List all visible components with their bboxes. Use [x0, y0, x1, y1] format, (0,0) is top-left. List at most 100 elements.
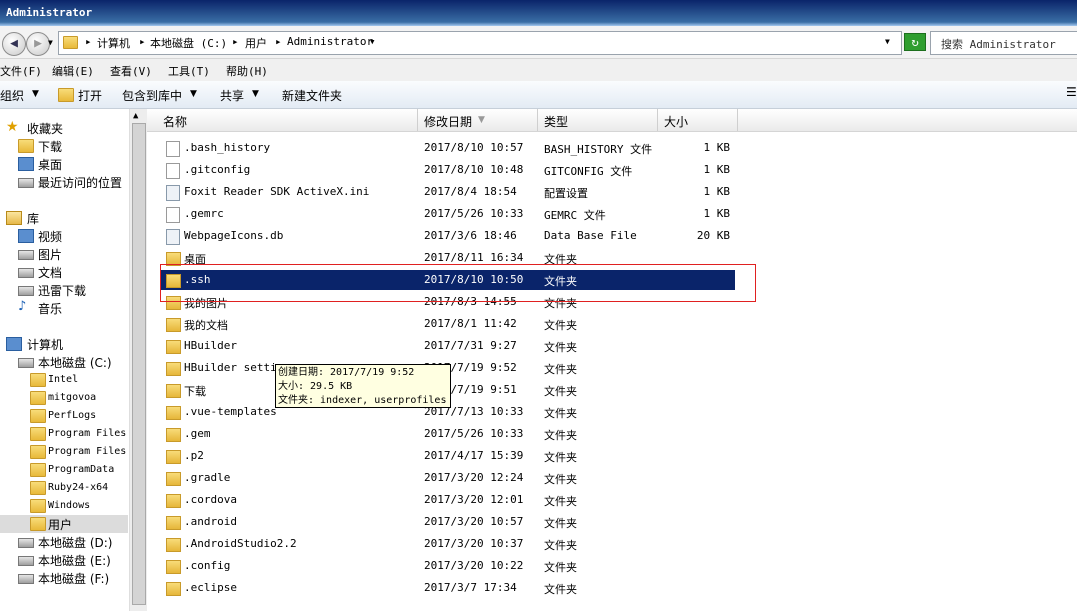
file-row[interactable]: .p2 2017/4/17 15:39 文件夹 — [147, 445, 1077, 467]
nav-folder-mitgovoa[interactable]: mitgovoa — [0, 389, 128, 407]
library-icon — [6, 211, 22, 225]
menu-file[interactable]: 文件(F) — [0, 63, 42, 79]
file-row[interactable]: WebpageIcons.db 2017/3/6 18:46 Data Base F… — [147, 225, 1077, 247]
nav-libraries[interactable]: 库 — [0, 209, 128, 227]
file-size: 1 KB — [703, 141, 731, 154]
nav-computer[interactable]: 计算机 — [0, 335, 128, 353]
file-row[interactable]: .gem 2017/5/26 10:33 文件夹 — [147, 423, 1077, 445]
folder-icon — [166, 560, 181, 574]
file-row[interactable]: .eclipse 2017/3/7 17:34 文件夹 — [147, 577, 1077, 599]
nav-lib-videos[interactable]: 视频 — [0, 227, 128, 245]
nav-drive-c[interactable]: 本地磁盘 (C:) — [0, 353, 128, 371]
nav-lib-thunder[interactable]: 迅雷下载 — [0, 281, 128, 299]
open-button[interactable]: 打开 — [78, 87, 102, 104]
nav-lib-documents[interactable]: 文档 — [0, 263, 128, 281]
crumb-drive-c[interactable]: 本地磁盘 (C:) — [150, 35, 227, 51]
nav-fav-desktop[interactable]: 桌面 — [0, 155, 128, 173]
file-row[interactable]: .gemrc 2017/5/26 10:33 GEMRC 文件 1 KB — [147, 203, 1077, 225]
nav-folder-windows[interactable]: Windows — [0, 497, 128, 515]
file-name: Foxit Reader SDK ActiveX.ini — [184, 185, 370, 198]
computer-icon — [6, 337, 22, 351]
file-type: 文件夹 — [544, 495, 577, 508]
crumb-computer[interactable]: 计算机 — [97, 35, 130, 51]
folder-icon — [166, 340, 181, 354]
file-date: 2017/4/17 15:39 — [424, 449, 524, 462]
nav-folder-ruby[interactable]: Ruby24-x64 — [0, 479, 128, 497]
file-type: GITCONFIG 文件 — [544, 165, 633, 178]
scrollbar-thumb[interactable] — [132, 123, 146, 605]
search-input[interactable]: 搜索 Administrator — [930, 31, 1077, 55]
nav-folder-users[interactable]: 用户 — [0, 515, 128, 533]
folder-icon — [30, 517, 46, 531]
folder-icon — [30, 409, 46, 423]
file-name: WebpageIcons.db — [184, 229, 284, 242]
nav-drive-f[interactable]: 本地磁盘 (F:) — [0, 569, 128, 587]
file-type: 文件夹 — [544, 385, 577, 398]
nav-drive-e[interactable]: 本地磁盘 (E:) — [0, 551, 128, 569]
file-date: 2017/8/10 10:57 — [424, 141, 524, 154]
file-date: 2017/3/20 10:57 — [424, 515, 524, 528]
column-type[interactable]: 类型 — [538, 109, 658, 131]
file-row[interactable]: .config 2017/3/20 10:22 文件夹 — [147, 555, 1077, 577]
menu-view[interactable]: 查看(V) — [110, 63, 152, 79]
forward-icon[interactable]: ▶ — [26, 32, 50, 56]
file-row[interactable]: .android 2017/3/20 10:57 文件夹 — [147, 511, 1077, 533]
nav-drive-d[interactable]: 本地磁盘 (D:) — [0, 533, 128, 551]
folder-icon — [30, 481, 46, 495]
file-row[interactable]: HBuilder 2017/7/31 9:27 文件夹 — [147, 335, 1077, 357]
include-library-button[interactable]: 包含到库中 — [122, 87, 182, 104]
column-size[interactable]: 大小 — [658, 109, 738, 131]
column-name[interactable]: 名称 — [157, 109, 418, 131]
share-button[interactable]: 共享 — [220, 87, 244, 104]
command-bar: 组织 ▼ 打开 包含到库中 ▼ 共享 ▼ 新建文件夹 ☰ — [0, 81, 1077, 109]
file-icon — [166, 229, 180, 245]
menu-edit[interactable]: 编辑(E) — [52, 63, 94, 79]
history-dropdown-icon[interactable]: ▼ — [48, 38, 53, 47]
address-field[interactable]: ▸ 计算机 ▸ 本地磁盘 (C:) ▸ 用户 ▸ Administrator ▾… — [58, 31, 902, 55]
file-row[interactable]: 我的文档 2017/8/1 11:42 文件夹 — [147, 313, 1077, 335]
nav-lib-pictures[interactable]: 图片 — [0, 245, 128, 263]
nav-fav-downloads[interactable]: 下载 — [0, 137, 128, 155]
file-row[interactable]: .gitconfig 2017/8/10 10:48 GITCONFIG 文件 1 K… — [147, 159, 1077, 181]
nav-folder-programdata[interactable]: ProgramData — [0, 461, 128, 479]
back-icon[interactable]: ◀ — [2, 32, 26, 56]
nav-folder-program-files[interactable]: Program Files — [0, 425, 128, 443]
nav-folder-intel[interactable]: Intel — [0, 371, 128, 389]
refresh-icon[interactable]: ↻ — [904, 33, 926, 51]
file-name: .gem — [184, 427, 211, 440]
file-row[interactable]: .bash_history 2017/8/10 10:57 BASH_HISTORY… — [147, 137, 1077, 159]
pictures-icon — [18, 250, 34, 260]
file-type: 文件夹 — [544, 561, 577, 574]
nav-lib-music[interactable]: ♪ 音乐 — [0, 299, 128, 317]
file-date: 2017/8/11 16:34 — [424, 251, 524, 264]
menu-help[interactable]: 帮助(H) — [226, 63, 268, 79]
file-row[interactable]: .cordova 2017/3/20 12:01 文件夹 — [147, 489, 1077, 511]
nav-fav-recent[interactable]: 最近访问的位置 — [0, 173, 128, 191]
organize-button[interactable]: 组织 — [0, 87, 24, 104]
share-dropdown-icon: ▼ — [252, 89, 259, 99]
nav-folder-program-files-x86[interactable]: Program Files — [0, 443, 128, 461]
file-type: 文件夹 — [544, 539, 577, 552]
scroll-up-icon[interactable]: ▲ — [133, 111, 138, 121]
address-dropdown-icon[interactable]: ▼ — [885, 37, 890, 46]
column-modified[interactable]: 修改日期 ▼ — [418, 109, 538, 131]
crumb-users[interactable]: 用户 — [245, 35, 267, 51]
file-date: 2017/3/20 10:22 — [424, 559, 524, 572]
nav-scrollbar[interactable]: ▲ — [129, 109, 147, 611]
drive-icon — [18, 574, 34, 584]
nav-favorites[interactable]: ★ 收藏夹 — [0, 119, 128, 137]
file-row[interactable]: .AndroidStudio2.2 2017/3/20 10:37 文件夹 — [147, 533, 1077, 555]
file-row[interactable]: Foxit Reader SDK ActiveX.ini 2017/8/4 18:… — [147, 181, 1077, 203]
crumb-administrator[interactable]: Administrator — [287, 35, 373, 48]
file-type: 文件夹 — [544, 451, 577, 464]
view-options-icon[interactable]: ☰ — [1066, 85, 1077, 99]
title-bar: Administrator — [0, 0, 1077, 26]
folder-icon — [166, 450, 181, 464]
file-type: GEMRC 文件 — [544, 209, 606, 222]
nav-folder-perflogs[interactable]: PerfLogs — [0, 407, 128, 425]
file-name: .gitconfig — [184, 163, 251, 176]
folder-icon — [30, 463, 46, 477]
menu-tools[interactable]: 工具(T) — [168, 63, 210, 79]
file-row[interactable]: .gradle 2017/3/20 12:24 文件夹 — [147, 467, 1077, 489]
new-folder-button[interactable]: 新建文件夹 — [282, 87, 342, 104]
